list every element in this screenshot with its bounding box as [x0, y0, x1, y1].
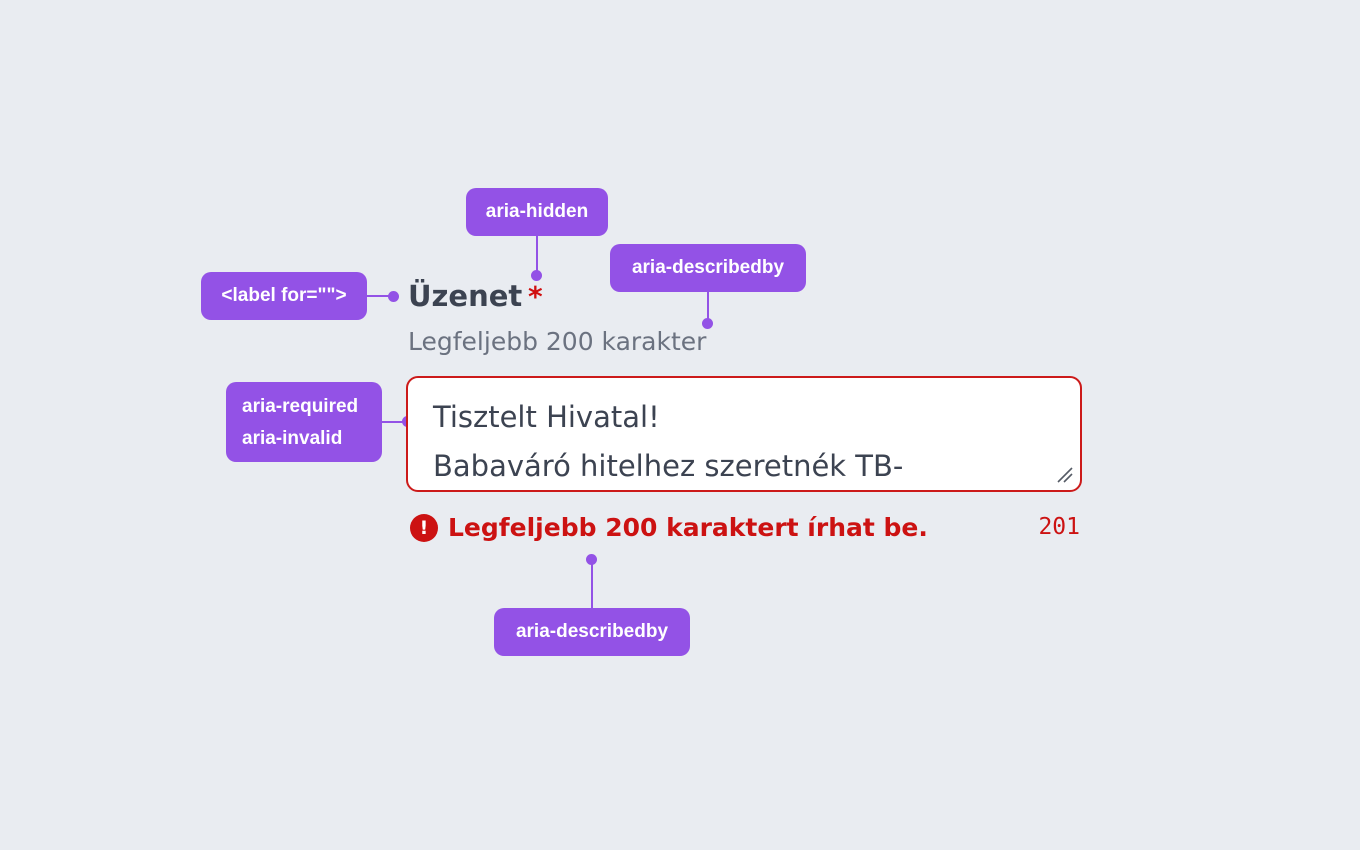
label-for-anchor-dot — [388, 291, 399, 302]
aria-describedby-error-annotation: aria-describedby — [494, 608, 690, 656]
aria-describedby-hint-annotation: aria-describedby — [610, 244, 806, 292]
message-textarea[interactable]: Tisztelt Hivatal! Babaváró hitelhez szer… — [406, 376, 1082, 492]
aria-describedby-error-anchor-dot — [586, 554, 597, 565]
character-counter: 201 — [1038, 514, 1080, 540]
aria-describedby-error-connector — [591, 562, 593, 609]
required-marker: * — [528, 280, 543, 313]
aria-required-text: aria-required — [242, 396, 359, 417]
textarea-line-2: Babaváró hitelhez szeretnék TB- — [433, 449, 904, 483]
label-for-annotation: <label for=""> — [201, 272, 367, 320]
textarea-line-1: Tisztelt Hivatal! — [433, 400, 660, 434]
aria-required-invalid-annotation: aria-required aria-invalid — [226, 382, 382, 462]
error-message: Legfeljebb 200 karaktert írhat be. — [448, 513, 928, 542]
field-hint: Legfeljebb 200 karakter — [408, 327, 707, 356]
aria-hidden-connector — [536, 235, 538, 275]
aria-invalid-text: aria-invalid — [242, 428, 343, 449]
resize-grip-icon[interactable] — [1056, 466, 1074, 484]
field-label: Üzenet — [408, 279, 523, 313]
aria-hidden-annotation: aria-hidden — [466, 188, 608, 236]
exclamation-circle-icon: ! — [410, 514, 438, 542]
